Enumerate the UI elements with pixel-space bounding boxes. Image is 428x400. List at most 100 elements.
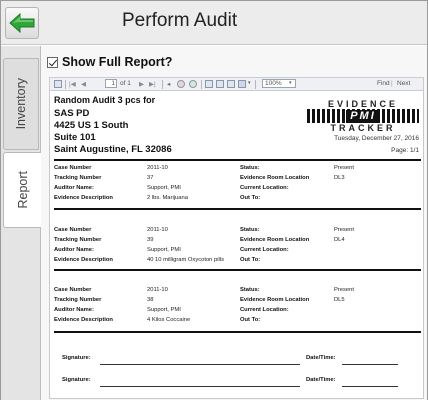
- evidence-description-label: Evidence Description: [54, 257, 113, 263]
- show-full-report-checkbox[interactable]: [47, 56, 58, 68]
- logo-barcode: PMI: [307, 109, 419, 123]
- toolbar-separator: |: [391, 80, 393, 87]
- status-label: Status:: [240, 165, 260, 171]
- next-link[interactable]: Next: [397, 80, 410, 87]
- side-tabs: Inventory Report: [1, 46, 42, 400]
- address-line-3: Saint Augustine, FL 32086: [54, 144, 172, 155]
- status-value: Present: [334, 227, 354, 233]
- evidence-room-location-label: Evidence Room Location: [240, 237, 310, 243]
- status-label: Status:: [240, 287, 260, 293]
- report-panel: Show Full Report? |◀ ◀ 1 of 1 ▶ ▶| ◂ ▾ 1…: [41, 46, 427, 400]
- logo-bottom-text: TRACKER: [330, 123, 396, 133]
- report-title: Random Audit 3 pcs for: [54, 95, 156, 105]
- last-page-icon[interactable]: ▶|: [149, 80, 156, 88]
- datetime-line: [342, 364, 398, 365]
- tracking-number-label: Tracking Number: [54, 175, 102, 181]
- auditor-name-label: Auditor Name:: [54, 307, 94, 313]
- next-page-icon[interactable]: ▶: [139, 80, 144, 88]
- auditor-name-value: Support, PMI: [147, 307, 181, 313]
- agency-name: SAS PD: [54, 108, 90, 119]
- evidence-room-location-value: DL4: [334, 237, 345, 243]
- evidence-description-label: Evidence Description: [54, 317, 113, 323]
- evidence-description-value: 4 Kilos Coccaine: [147, 317, 191, 323]
- current-location-label: Current Location:: [240, 185, 289, 191]
- logo-middle-text: PMI: [346, 109, 380, 123]
- case-number-label: Case Number: [54, 165, 92, 171]
- out-to-label: Out To:: [240, 317, 261, 323]
- show-full-report-toggle[interactable]: Show Full Report?: [47, 55, 172, 69]
- export-dropdown-icon[interactable]: ▾: [248, 80, 251, 86]
- report-viewer-toolbar: |◀ ◀ 1 of 1 ▶ ▶| ◂ ▾ 100% ▾ Find | Next: [49, 77, 424, 91]
- page-count-text: of 1: [120, 80, 131, 87]
- evidence-room-location-label: Evidence Room Location: [240, 297, 310, 303]
- stop-icon[interactable]: [177, 80, 185, 88]
- tracking-number-label: Tracking Number: [54, 237, 102, 243]
- page-setup-icon[interactable]: [227, 80, 235, 88]
- address-line-2: Suite 101: [54, 132, 96, 143]
- back-button[interactable]: [5, 7, 39, 39]
- logo-top-text: EVIDENCE: [327, 99, 398, 109]
- tracking-number-label: Tracking Number: [54, 297, 102, 303]
- zoom-dropdown-icon[interactable]: ▾: [289, 80, 292, 86]
- status-label: Status:: [240, 227, 260, 233]
- toolbar-separator: [201, 80, 202, 89]
- report-date: Tuesday, December 27, 2016: [334, 135, 419, 142]
- evidence-tracker-logo: EVIDENCE PMI TRACKER: [307, 99, 419, 133]
- out-to-label: Out To:: [240, 257, 261, 263]
- toolbar-separator: [255, 80, 256, 89]
- show-full-report-label: Show Full Report?: [62, 55, 173, 69]
- evidence-room-location-label: Evidence Room Location: [240, 175, 310, 181]
- current-location-label: Current Location:: [240, 307, 289, 313]
- print-layout-icon[interactable]: [216, 80, 224, 88]
- case-number-label: Case Number: [54, 287, 92, 293]
- report-page: Random Audit 3 pcs for SAS PD 4425 US 1 …: [49, 91, 424, 399]
- app-window: Perform Audit Inventory Report Show Full…: [0, 0, 428, 400]
- auditor-name-value: Support, PMI: [147, 185, 181, 191]
- case-number-value: 2011-10: [147, 287, 168, 293]
- tracking-number-value: 39: [147, 237, 154, 243]
- report-page-number: Page: 1/1: [391, 147, 419, 154]
- tracking-number-value: 37: [147, 175, 154, 181]
- case-number-value: 2011-10: [147, 165, 168, 171]
- print-icon[interactable]: [205, 80, 213, 88]
- evidence-room-location-value: DL3: [334, 175, 345, 181]
- page-number-input[interactable]: 1: [105, 79, 117, 88]
- prev-page-icon[interactable]: ◀: [81, 80, 86, 88]
- evidence-description-value: 2 lbs. Marijuana: [147, 195, 188, 201]
- section-divider: [54, 269, 421, 271]
- evidence-description-label: Evidence Description: [54, 195, 113, 201]
- signature-label: Signature:: [62, 355, 91, 361]
- status-value: Present: [334, 287, 354, 293]
- section-divider: [54, 331, 421, 333]
- address-line-1: 4425 US 1 South: [54, 120, 129, 131]
- first-page-icon[interactable]: |◀: [69, 80, 76, 88]
- export-icon[interactable]: [238, 80, 246, 88]
- tab-report-label: Report: [15, 171, 30, 209]
- signature-line: [100, 386, 300, 387]
- section-divider: [54, 208, 421, 210]
- find-link[interactable]: Find: [377, 80, 390, 87]
- datetime-label: Date/Time:: [306, 377, 336, 383]
- out-to-label: Out To:: [240, 195, 261, 201]
- toolbar-separator: [65, 80, 66, 89]
- case-number-label: Case Number: [54, 227, 92, 233]
- toolbar-toggle-icon[interactable]: [54, 80, 62, 88]
- tab-report[interactable]: Report: [3, 152, 42, 228]
- evidence-description-value: 40 10 milligram Oxycoton pills: [147, 257, 224, 263]
- tracking-number-value: 38: [147, 297, 154, 303]
- auditor-name-label: Auditor Name:: [54, 185, 94, 191]
- section-divider: [54, 159, 421, 161]
- signature-label: Signature:: [62, 377, 91, 383]
- tab-inventory[interactable]: Inventory: [3, 58, 39, 150]
- auditor-name-label: Auditor Name:: [54, 247, 94, 253]
- evidence-room-location-value: DL5: [334, 297, 345, 303]
- datetime-label: Date/Time:: [306, 355, 336, 361]
- auditor-name-value: Support, PMI: [147, 247, 181, 253]
- back-parent-icon[interactable]: ◂: [167, 80, 170, 88]
- signature-line: [100, 364, 300, 365]
- refresh-icon[interactable]: [189, 80, 197, 88]
- back-arrow-icon: [9, 13, 35, 33]
- status-value: Present: [334, 165, 354, 171]
- tab-inventory-label: Inventory: [14, 78, 28, 130]
- datetime-line: [342, 386, 398, 387]
